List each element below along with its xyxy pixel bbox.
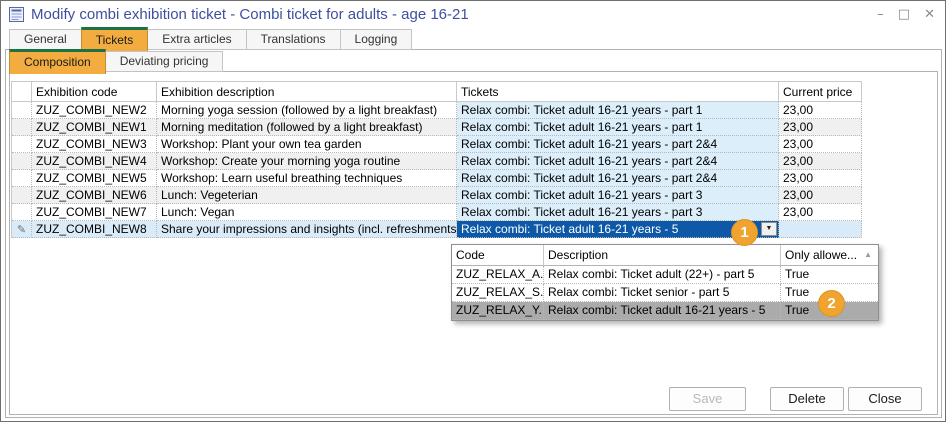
cell-exhibition-code[interactable]: ZUZ_COMBI_NEW7 bbox=[32, 204, 157, 221]
cell-exhibition-description[interactable]: Morning meditation (followed by a light … bbox=[157, 119, 457, 136]
delete-button[interactable]: Delete bbox=[770, 387, 844, 411]
tab-general[interactable]: General bbox=[9, 29, 82, 50]
cell-current-price[interactable]: 23,00 bbox=[779, 170, 862, 187]
dropdown-row[interactable]: ZUZ_RELAX_S... Relax combi: Ticket senio… bbox=[452, 284, 878, 302]
maximize-icon[interactable]: □ bbox=[898, 8, 910, 21]
table-row[interactable]: ZUZ_COMBI_NEW4 Workshop: Create your mor… bbox=[12, 153, 862, 170]
cell-exhibition-description[interactable]: Workshop: Create your morning yoga routi… bbox=[157, 153, 457, 170]
dropdown-cell-code[interactable]: ZUZ_RELAX_S... bbox=[452, 284, 544, 302]
cell-tickets[interactable]: Relax combi: Ticket adult 16-21 years - … bbox=[457, 102, 779, 119]
cell-current-price[interactable]: 23,00 bbox=[779, 102, 862, 119]
table-row[interactable]: ZUZ_COMBI_NEW5 Workshop: Learn useful br… bbox=[12, 170, 862, 187]
cell-exhibition-description[interactable]: Morning yoga session (followed by a ligh… bbox=[157, 102, 457, 119]
row-indicator bbox=[12, 170, 32, 187]
dropdown-column-only-allowed[interactable]: Only allowe... ▲ bbox=[781, 245, 878, 266]
cell-current-price[interactable] bbox=[779, 221, 862, 238]
cell-exhibition-code[interactable]: ZUZ_COMBI_NEW6 bbox=[32, 187, 157, 204]
column-header-current-price[interactable]: Current price bbox=[779, 81, 862, 102]
table-row[interactable]: ZUZ_COMBI_NEW7 Lunch: Vegan Relax combi:… bbox=[12, 204, 862, 221]
cell-exhibition-code[interactable]: ZUZ_COMBI_NEW2 bbox=[32, 102, 157, 119]
dropdown-cell-description[interactable]: Relax combi: Ticket adult 16-21 years - … bbox=[544, 302, 781, 320]
row-indicator bbox=[12, 187, 32, 204]
cell-exhibition-description[interactable]: Lunch: Vegan bbox=[157, 204, 457, 221]
cell-tickets[interactable]: Relax combi: Ticket adult 16-21 years - … bbox=[457, 153, 779, 170]
cell-exhibition-description[interactable]: Workshop: Learn useful breathing techniq… bbox=[157, 170, 457, 187]
dropdown-cell-allowed[interactable]: True bbox=[781, 266, 878, 284]
cell-tickets[interactable]: Relax combi: Ticket adult 16-21 years - … bbox=[457, 170, 779, 187]
cell-exhibition-code[interactable]: ZUZ_COMBI_NEW4 bbox=[32, 153, 157, 170]
column-header-exhibition-code[interactable]: Exhibition code bbox=[32, 81, 157, 102]
dropdown-column-code[interactable]: Code bbox=[452, 245, 544, 266]
tab-deviating-pricing[interactable]: Deviating pricing bbox=[105, 51, 224, 72]
form-icon bbox=[9, 7, 24, 22]
close-button[interactable]: Close bbox=[848, 387, 922, 411]
cell-exhibition-code[interactable]: ZUZ_COMBI_NEW5 bbox=[32, 170, 157, 187]
row-indicator-header bbox=[12, 81, 32, 102]
minimize-icon[interactable]: – bbox=[877, 8, 884, 21]
window-controls: – □ ✕ bbox=[877, 1, 935, 28]
dropdown-header-row: Code Description Only allowe... ▲ bbox=[452, 245, 878, 266]
tab-logging[interactable]: Logging bbox=[340, 29, 413, 50]
modify-combi-ticket-dialog: Modify combi exhibition ticket - Combi t… bbox=[0, 0, 946, 422]
cell-exhibition-description[interactable]: Lunch: Vegeterian bbox=[157, 187, 457, 204]
sort-ascending-icon: ▲ bbox=[864, 245, 874, 265]
row-indicator bbox=[12, 204, 32, 221]
tab-extra-articles[interactable]: Extra articles bbox=[147, 29, 246, 50]
cell-current-price[interactable]: 23,00 bbox=[779, 204, 862, 221]
cell-exhibition-code[interactable]: ZUZ_COMBI_NEW3 bbox=[32, 136, 157, 153]
cell-current-price[interactable]: 23,00 bbox=[779, 153, 862, 170]
table-row[interactable]: ZUZ_COMBI_NEW3 Workshop: Plant your own … bbox=[12, 136, 862, 153]
cell-current-price[interactable]: 23,00 bbox=[779, 136, 862, 153]
column-header-exhibition-description[interactable]: Exhibition description bbox=[157, 81, 457, 102]
annotation-badge-2: 2 bbox=[818, 290, 845, 317]
dropdown-row-selected[interactable]: ZUZ_RELAX_Y... Relax combi: Ticket adult… bbox=[452, 302, 878, 320]
dropdown-column-description[interactable]: Description bbox=[544, 245, 781, 266]
cell-exhibition-code[interactable]: ZUZ_COMBI_NEW8 bbox=[32, 221, 157, 238]
chevron-down-icon: ▼ bbox=[766, 225, 773, 232]
row-indicator bbox=[12, 136, 32, 153]
page-title: Modify combi exhibition ticket - Combi t… bbox=[31, 1, 469, 28]
cell-tickets[interactable]: Relax combi: Ticket adult 16-21 years - … bbox=[457, 187, 779, 204]
tab-composition[interactable]: Composition bbox=[9, 49, 106, 74]
cell-exhibition-description[interactable]: Share your impressions and insights (inc… bbox=[157, 221, 457, 238]
dropdown-cell-code[interactable]: ZUZ_RELAX_A... bbox=[452, 266, 544, 284]
ticket-lookup-dropdown: Code Description Only allowe... ▲ ZUZ_RE… bbox=[451, 244, 879, 321]
grid-body: ZUZ_COMBI_NEW2 Morning yoga session (fol… bbox=[12, 102, 862, 238]
row-indicator bbox=[12, 102, 32, 119]
cell-current-price[interactable]: 23,00 bbox=[779, 187, 862, 204]
dropdown-cell-description[interactable]: Relax combi: Ticket senior - part 5 bbox=[544, 284, 781, 302]
column-header-tickets[interactable]: Tickets bbox=[457, 81, 779, 102]
row-indicator: ✎ bbox=[12, 221, 32, 238]
composition-grid: Exhibition code Exhibition description T… bbox=[11, 81, 862, 238]
annotation-badge-1: 1 bbox=[731, 219, 758, 246]
cell-tickets[interactable]: Relax combi: Ticket adult 16-21 years - … bbox=[457, 119, 779, 136]
dropdown-button[interactable]: ▼ bbox=[761, 222, 777, 236]
row-indicator bbox=[12, 153, 32, 170]
sub-tab-strip: Composition Deviating pricing bbox=[9, 51, 223, 74]
save-button[interactable]: Save bbox=[669, 387, 746, 411]
row-indicator bbox=[12, 119, 32, 136]
table-row[interactable]: ZUZ_COMBI_NEW1 Morning meditation (follo… bbox=[12, 119, 862, 136]
dropdown-cell-description[interactable]: Relax combi: Ticket adult (22+) - part 5 bbox=[544, 266, 781, 284]
close-icon[interactable]: ✕ bbox=[924, 8, 935, 21]
tickets-editor-value: Relax combi: Ticket adult 16-21 years - … bbox=[461, 222, 678, 236]
cell-tickets[interactable]: Relax combi: Ticket adult 16-21 years - … bbox=[457, 136, 779, 153]
tab-translations[interactable]: Translations bbox=[246, 29, 341, 50]
dropdown-row[interactable]: ZUZ_RELAX_A... Relax combi: Ticket adult… bbox=[452, 266, 878, 284]
table-row[interactable]: ZUZ_COMBI_NEW2 Morning yoga session (fol… bbox=[12, 102, 862, 119]
grid-header-row: Exhibition code Exhibition description T… bbox=[12, 81, 862, 102]
cell-exhibition-code[interactable]: ZUZ_COMBI_NEW1 bbox=[32, 119, 157, 136]
title-bar: Modify combi exhibition ticket - Combi t… bbox=[1, 1, 945, 28]
cell-current-price[interactable]: 23,00 bbox=[779, 119, 862, 136]
edit-pencil-icon: ✎ bbox=[17, 222, 26, 238]
cell-exhibition-description[interactable]: Workshop: Plant your own tea garden bbox=[157, 136, 457, 153]
table-row[interactable]: ZUZ_COMBI_NEW6 Lunch: Vegeterian Relax c… bbox=[12, 187, 862, 204]
cell-tickets[interactable]: Relax combi: Ticket adult 16-21 years - … bbox=[457, 204, 779, 221]
dropdown-cell-code[interactable]: ZUZ_RELAX_Y... bbox=[452, 302, 544, 320]
